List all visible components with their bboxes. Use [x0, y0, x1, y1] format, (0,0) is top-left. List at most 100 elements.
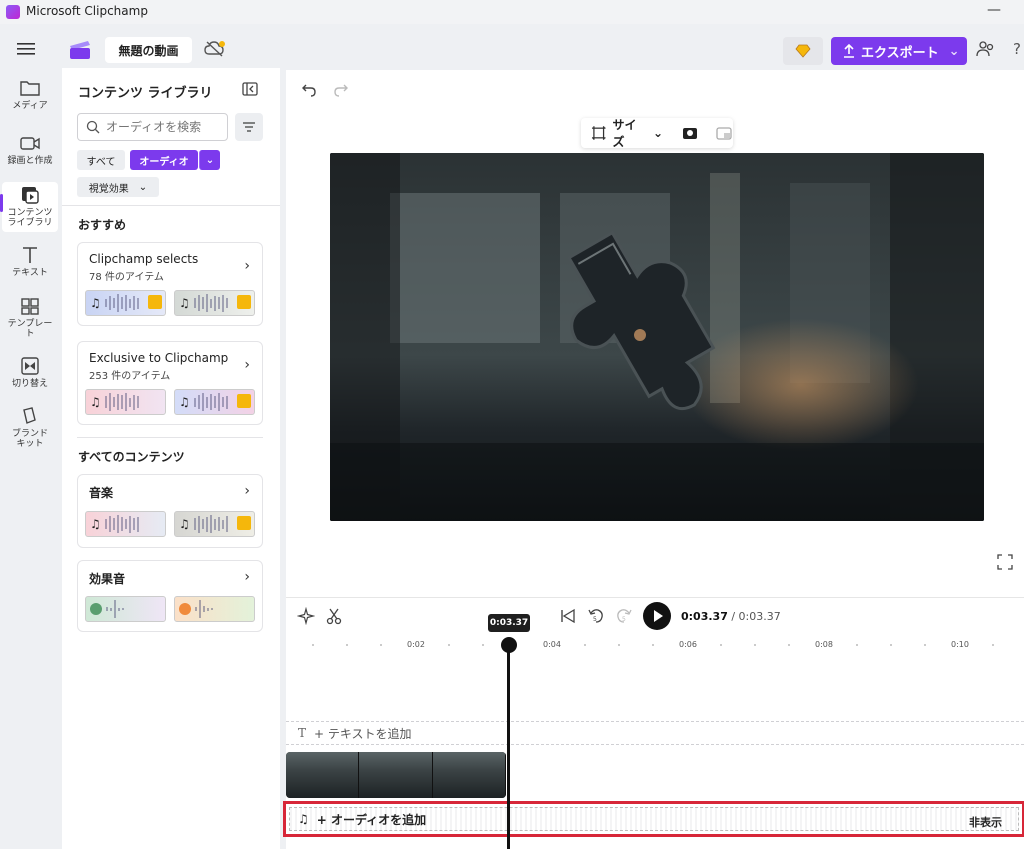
- window-title-bar: Microsoft Clipchamp —: [0, 0, 1024, 24]
- card-clipchamp-selects[interactable]: Clipchamp selects 78 件のアイテム › ♫ ♫: [77, 242, 263, 326]
- chevron-right-icon: ›: [244, 569, 250, 585]
- music-note-icon: ♫: [179, 517, 190, 531]
- minimize-button[interactable]: —: [984, 2, 1004, 18]
- recommended-heading: おすすめ: [78, 218, 127, 232]
- export-button[interactable]: エクスポート ⌄: [831, 37, 967, 65]
- audio-thumb[interactable]: [85, 596, 166, 622]
- chip-audio-dropdown[interactable]: ⌄: [199, 150, 220, 170]
- card-exclusive[interactable]: Exclusive to Clipchamp 253 件のアイテム › ♫ ♫: [77, 341, 263, 425]
- cloud-sync-off-icon[interactable]: [204, 40, 226, 58]
- rail-label: 録画と作成: [7, 156, 53, 166]
- preview-frame-image: [330, 153, 984, 521]
- premium-diamond-button[interactable]: [783, 37, 823, 65]
- audio-track-highlight[interactable]: ♫ + オーディオを追加 非表示: [283, 801, 1024, 837]
- card-title: 効果音: [89, 572, 126, 586]
- add-audio-label: + オーディオを追加: [316, 812, 427, 827]
- audio-thumb[interactable]: ♫: [85, 389, 166, 415]
- audio-thumb[interactable]: ♫: [174, 290, 255, 316]
- play-button[interactable]: [642, 601, 672, 631]
- divider: [77, 437, 263, 438]
- rail-item-content-library[interactable]: コンテンツ ライブラリ: [0, 182, 58, 232]
- audio-thumb[interactable]: ♫: [85, 290, 166, 316]
- video-preview[interactable]: [330, 153, 984, 521]
- music-note-icon: ♫: [179, 395, 190, 409]
- waveform: [104, 515, 139, 533]
- playhead-handle[interactable]: [501, 637, 517, 653]
- chevron-down-icon: ⌄: [652, 126, 663, 140]
- video-clip[interactable]: [286, 752, 506, 798]
- pip-icon[interactable]: [715, 125, 733, 141]
- fullscreen-icon[interactable]: [997, 554, 1013, 570]
- skip-to-start-icon[interactable]: [559, 607, 577, 625]
- audio-thumb[interactable]: ♫: [174, 389, 255, 415]
- templates-icon: [21, 298, 39, 315]
- rail-item-transitions[interactable]: 切り替え: [0, 356, 60, 396]
- people-share-icon[interactable]: [975, 40, 995, 58]
- chip-all[interactable]: すべて: [77, 150, 125, 170]
- timeline-ruler: 0:02 0:04 0:06 0:08 0:10: [300, 640, 1020, 654]
- rail-item-templates[interactable]: テンプレー ト: [0, 296, 60, 344]
- clip-thumbnail: [359, 752, 433, 798]
- ruler-label: 0:08: [815, 640, 833, 649]
- rail-item-record[interactable]: 録画と作成: [0, 133, 60, 183]
- search-input[interactable]: [106, 120, 216, 134]
- rail-label: メディア: [12, 101, 48, 111]
- chevron-right-icon: ›: [244, 357, 250, 373]
- upload-icon: [844, 44, 854, 58]
- chip-visual-effects[interactable]: 視覚効果 ⌄: [77, 177, 159, 197]
- waveform: [193, 515, 228, 533]
- audio-thumb[interactable]: ♫: [85, 511, 166, 537]
- rail-item-brand-kit[interactable]: ブランド キット: [0, 406, 60, 454]
- playhead-line[interactable]: [507, 646, 510, 849]
- hide-track-button[interactable]: 非表示: [969, 814, 1002, 830]
- magic-sparkle-icon[interactable]: [297, 607, 315, 625]
- help-button[interactable]: ?: [1013, 40, 1021, 58]
- rail-label: ブランド キット: [11, 429, 48, 449]
- chevron-right-icon: ›: [244, 483, 250, 499]
- size-dropdown[interactable]: サイズ: [612, 116, 646, 150]
- add-text-label: + テキストを追加: [314, 726, 412, 741]
- card-music[interactable]: 音楽 › ♫ ♫: [77, 474, 263, 548]
- background-removal-icon[interactable]: [681, 125, 699, 141]
- project-logo-icon: [68, 40, 92, 60]
- ruler-label: 0:10: [951, 640, 969, 649]
- chip-audio[interactable]: オーディオ: [130, 150, 198, 170]
- audio-track[interactable]: ♫ + オーディオを追加 非表示: [289, 807, 1019, 831]
- redo-icon[interactable]: [333, 83, 349, 97]
- split-scissors-icon[interactable]: [325, 607, 343, 625]
- library-title: コンテンツ ライブラリ: [78, 86, 213, 101]
- card-count: 253 件のアイテム: [89, 371, 171, 382]
- audio-thumb[interactable]: ♫: [174, 511, 255, 537]
- audio-search-field[interactable]: [77, 113, 228, 141]
- undo-icon[interactable]: [301, 83, 317, 97]
- folder-icon: [20, 81, 40, 96]
- premium-badge-icon: [148, 295, 162, 309]
- divider: [286, 597, 1024, 598]
- preview-toolbar: サイズ ⌄: [581, 116, 733, 150]
- card-sound-effects[interactable]: 効果音 ›: [77, 560, 263, 632]
- rail-item-media[interactable]: メディア: [0, 78, 60, 128]
- search-icon: [86, 120, 100, 134]
- audio-thumb[interactable]: [174, 596, 255, 622]
- playhead-time: 0:03.37: [488, 614, 530, 632]
- card-title: 音楽: [89, 486, 114, 500]
- transition-icon: [21, 357, 39, 375]
- rail-item-text[interactable]: テキスト: [0, 245, 60, 285]
- filter-button[interactable]: [235, 113, 263, 141]
- sound-effect-icon: [179, 603, 191, 615]
- hamburger-menu-icon[interactable]: [17, 42, 35, 56]
- filter-icon: [243, 122, 255, 132]
- rail-label: コンテンツ ライブラリ: [7, 208, 53, 228]
- project-title-tab[interactable]: 無題の動画: [105, 37, 192, 63]
- waveform: [193, 294, 228, 312]
- text-track[interactable]: T + テキストを追加: [286, 721, 1024, 745]
- rewind-5-icon[interactable]: 5: [587, 607, 605, 625]
- waveform: [104, 393, 139, 411]
- ruler-label: 0:04: [543, 640, 561, 649]
- clip-thumbnail: [432, 752, 506, 798]
- window-title: Microsoft Clipchamp: [26, 4, 148, 18]
- collapse-panel-icon[interactable]: [242, 82, 258, 96]
- text-icon: T: [298, 726, 307, 740]
- forward-5-icon[interactable]: 5: [615, 607, 633, 625]
- camera-icon: [20, 137, 40, 150]
